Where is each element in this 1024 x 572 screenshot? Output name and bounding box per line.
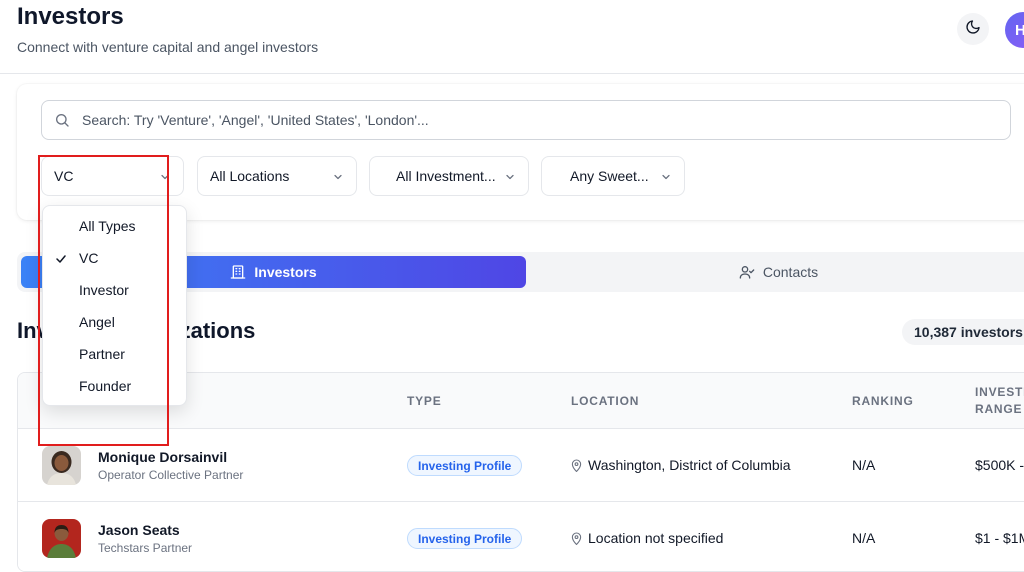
sweet-spot-select[interactable]: Any Sweet... xyxy=(541,156,685,196)
avatar xyxy=(42,446,81,485)
location-text: Washington, District of Columbia xyxy=(588,457,791,473)
search-input[interactable] xyxy=(82,112,982,128)
location-text: Location not specified xyxy=(588,530,724,546)
type-badge: Investing Profile xyxy=(407,455,523,476)
option-label: Founder xyxy=(79,378,132,394)
user-avatar[interactable]: H xyxy=(1005,12,1024,48)
investment-select[interactable]: All Investment... xyxy=(369,156,529,196)
chevron-down-icon xyxy=(660,170,672,182)
dropdown-option-founder[interactable]: Founder xyxy=(43,370,186,402)
tab-contacts[interactable]: Contacts xyxy=(526,256,1024,288)
column-header-range[interactable]: RANGE xyxy=(975,402,1022,416)
column-header-type[interactable]: TYPE xyxy=(407,394,442,408)
location-select[interactable]: All Locations xyxy=(197,156,357,196)
investor-count-badge: 10,387 investors xyxy=(902,319,1024,345)
investment-range-cell: $1 - $1M xyxy=(975,530,1024,546)
dropdown-option-investor[interactable]: Investor xyxy=(43,274,186,306)
column-header-ranking[interactable]: RANKING xyxy=(852,394,914,408)
type-dropdown-menu: All Types VC Investor Angel Partner Foun… xyxy=(42,205,187,406)
investor-role: Techstars Partner xyxy=(98,541,193,555)
map-pin-icon xyxy=(571,531,582,545)
map-pin-icon xyxy=(571,458,582,472)
page-title: Investors xyxy=(17,3,124,30)
ranking-cell: N/A xyxy=(852,530,876,546)
page-subtitle: Connect with venture capital and angel i… xyxy=(17,39,319,55)
investment-range-cell: $500K - $1M xyxy=(975,457,1024,473)
search-box[interactable] xyxy=(41,100,1011,140)
option-label: All Types xyxy=(79,218,136,234)
option-label: VC xyxy=(79,250,99,266)
chevron-down-icon xyxy=(504,170,516,182)
option-label: Investor xyxy=(79,282,129,298)
location-select-value: All Locations xyxy=(210,168,290,184)
dropdown-option-angel[interactable]: Angel xyxy=(43,306,186,338)
user-check-icon xyxy=(739,264,755,280)
theme-toggle-button[interactable] xyxy=(957,13,989,45)
chevron-down-icon xyxy=(159,170,171,182)
type-select-value: VC xyxy=(54,168,74,184)
column-header-investment[interactable]: INVESTMENT xyxy=(975,385,1024,399)
investment-select-value: All Investment... xyxy=(396,168,496,184)
type-select[interactable]: VC xyxy=(41,156,184,196)
search-icon xyxy=(54,111,72,129)
option-label: Angel xyxy=(79,314,115,330)
dropdown-option-vc[interactable]: VC xyxy=(43,242,186,274)
investor-role: Operator Collective Partner xyxy=(98,468,244,482)
investor-name[interactable]: Jason Seats xyxy=(98,522,180,538)
table-row[interactable]: Monique Dorsainvil Operator Collective P… xyxy=(18,429,1024,502)
type-badge: Investing Profile xyxy=(407,528,523,549)
dropdown-option-all-types[interactable]: All Types xyxy=(43,210,186,242)
building-icon xyxy=(230,264,246,280)
chevron-down-icon xyxy=(332,170,344,182)
location-cell: Location not specified xyxy=(571,530,723,546)
column-header-location[interactable]: LOCATION xyxy=(571,394,639,408)
tab-contacts-label: Contacts xyxy=(762,264,819,280)
investor-name[interactable]: Monique Dorsainvil xyxy=(98,449,227,465)
dropdown-option-partner[interactable]: Partner xyxy=(43,338,186,370)
option-label: Partner xyxy=(79,346,125,362)
tab-investors-label: Investors xyxy=(254,264,317,280)
check-icon xyxy=(55,252,67,268)
moon-icon xyxy=(965,19,981,40)
ranking-cell: N/A xyxy=(852,457,876,473)
table-row[interactable]: Jason Seats Techstars Partner Investing … xyxy=(18,502,1024,571)
avatar xyxy=(42,519,81,558)
sweet-spot-select-value: Any Sweet... xyxy=(570,168,649,184)
location-cell: Washington, District of Columbia xyxy=(571,457,791,473)
page-header: Investors Connect with venture capital a… xyxy=(0,0,1024,74)
